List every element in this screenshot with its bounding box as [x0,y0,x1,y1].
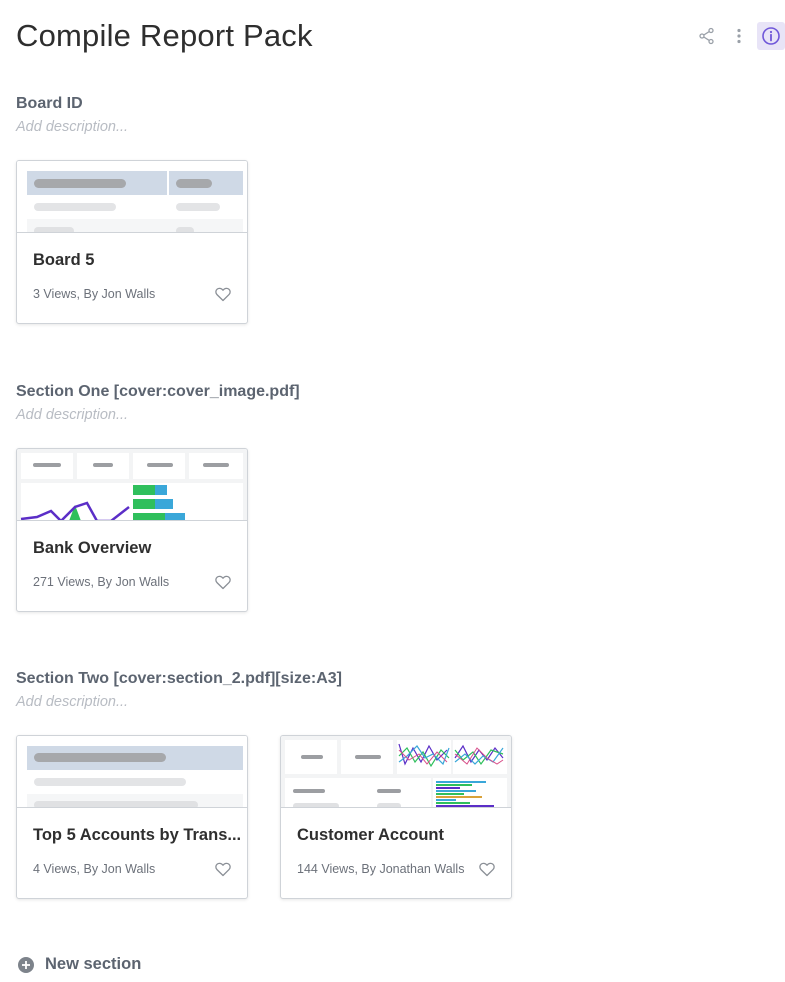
section-description-input[interactable]: Add description... [16,117,128,137]
share-button[interactable] [693,22,721,50]
card-thumbnail [17,736,247,808]
section-two: Section Two [cover:section_2.pdf][size:A… [16,669,342,712]
section-cards: Board 5 3 Views, By Jon Walls [16,160,248,324]
card-title: Board 5 [33,251,95,269]
share-icon [699,27,714,45]
card-thumbnail [281,736,511,808]
card-thumbnail [17,161,247,233]
board-card[interactable]: Bank Overview 271 Views, By Jon Walls [16,448,248,612]
plus-circle-icon [18,956,34,973]
card-meta: 4 Views, By Jon Walls [33,862,156,876]
section-description-input[interactable]: Add description... [16,692,342,712]
section-board-id: Board ID Add description... [16,94,128,137]
section-title[interactable]: Section Two [cover:section_2.pdf][size:A… [16,669,342,689]
card-meta: 271 Views, By Jon Walls [33,575,170,589]
header-actions [689,22,785,50]
heart-icon[interactable] [478,860,496,878]
section-title[interactable]: Board ID [16,94,128,114]
board-card[interactable]: Board 5 3 Views, By Jon Walls [16,160,248,324]
board-card[interactable]: Customer Account 144 Views, By Jonathan … [280,735,512,899]
card-meta: 144 Views, By Jonathan Walls [297,862,465,876]
info-icon [762,27,780,45]
board-card[interactable]: Top 5 Accounts by Trans... 4 Views, By J… [16,735,248,899]
new-section-label: New section [45,955,142,973]
section-cards: Bank Overview 271 Views, By Jon Walls [16,448,248,612]
new-section-button[interactable]: New section [17,955,141,974]
card-meta: 3 Views, By Jon Walls [33,287,156,301]
heart-icon[interactable] [214,573,232,591]
section-title[interactable]: Section One [cover:cover_image.pdf] [16,382,300,402]
heart-icon[interactable] [214,860,232,878]
card-title: Customer Account [297,826,444,844]
section-description-input[interactable]: Add description... [16,405,300,425]
info-button[interactable] [757,22,785,50]
page-title: Compile Report Pack [16,18,313,53]
more-vertical-icon [737,28,741,44]
more-options-button[interactable] [725,22,753,50]
section-cards: Top 5 Accounts by Trans... 4 Views, By J… [16,735,512,899]
page-header: Compile Report Pack [16,14,785,60]
card-title: Bank Overview [33,539,152,557]
section-one: Section One [cover:cover_image.pdf] Add … [16,382,300,425]
card-thumbnail [17,449,247,521]
card-title: Top 5 Accounts by Trans... [33,826,242,844]
heart-icon[interactable] [214,285,232,303]
